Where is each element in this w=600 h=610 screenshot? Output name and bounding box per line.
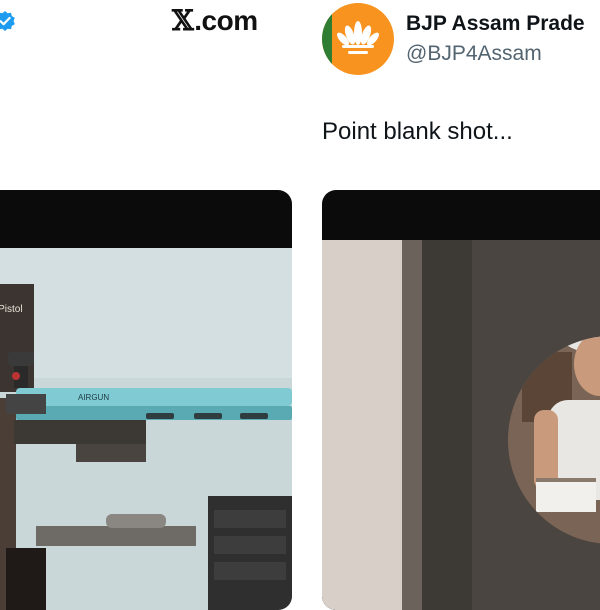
right-tweet-video[interactable] bbox=[322, 240, 600, 610]
profile-avatar[interactable] bbox=[322, 3, 394, 75]
x-logo-icon: 𝕏 bbox=[172, 4, 194, 37]
lotus-logo-icon bbox=[322, 3, 394, 75]
tweet-text: Point blank shot... bbox=[322, 118, 513, 145]
x-com-watermark: 𝕏.com bbox=[172, 4, 258, 37]
display-name[interactable]: BJP Assam Prade bbox=[406, 12, 585, 36]
rifle-brand-text: AIRGUN bbox=[78, 393, 109, 402]
left-tweet-media-card[interactable]: r Pistol AIRGUN bbox=[0, 190, 292, 610]
site-label-text: .com bbox=[194, 5, 258, 36]
verified-badge-icon bbox=[0, 10, 16, 32]
left-tweet-video[interactable]: r Pistol AIRGUN bbox=[0, 248, 292, 610]
media-overlay-text: r Pistol bbox=[0, 304, 23, 315]
right-tweet-media-card[interactable] bbox=[322, 190, 600, 610]
user-handle[interactable]: @BJP4Assam bbox=[406, 42, 542, 66]
